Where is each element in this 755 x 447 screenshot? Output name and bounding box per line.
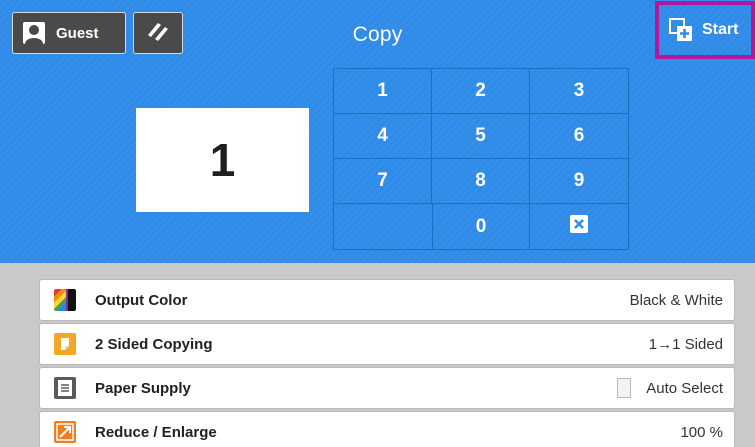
clear-x-icon bbox=[570, 214, 588, 239]
reduce-enlarge-value: 100 % bbox=[680, 423, 723, 441]
output-color-value: Black & White bbox=[629, 291, 723, 309]
key-8[interactable]: 8 bbox=[432, 159, 530, 204]
start-copy-icon bbox=[669, 18, 693, 42]
setting-reduce-enlarge[interactable]: Reduce / Enlarge 100 % bbox=[39, 411, 735, 447]
copy-quantity-display[interactable]: 1 bbox=[136, 108, 309, 212]
key-blank bbox=[334, 204, 432, 249]
paper-supply-value: Auto Select bbox=[646, 379, 723, 397]
copy-header-panel: Guest Copy Start 1 1 2 3 4 5 6 7 8 9 0 bbox=[0, 0, 755, 263]
key-2[interactable]: 2 bbox=[432, 69, 530, 114]
setting-2-sided-copying[interactable]: 2 Sided Copying 1→1 Sided bbox=[39, 323, 735, 365]
two-sided-icon bbox=[54, 333, 76, 355]
setting-label: Paper Supply bbox=[95, 379, 191, 397]
paper-tray-icon bbox=[617, 378, 632, 398]
key-3[interactable]: 3 bbox=[530, 69, 628, 114]
key-0[interactable]: 0 bbox=[432, 204, 530, 249]
setting-value: Black & White bbox=[630, 292, 723, 309]
setting-output-color[interactable]: Output Color Black & White bbox=[39, 279, 735, 321]
setting-value: Auto Select bbox=[617, 378, 723, 398]
setting-paper-supply[interactable]: Paper Supply Auto Select bbox=[39, 367, 735, 409]
settings-list: Output Color Black & White 2 Sided Copyi… bbox=[39, 276, 735, 447]
setting-label: Output Color bbox=[95, 291, 188, 309]
paper-supply-icon bbox=[54, 377, 76, 399]
setting-value: 1→1 Sided bbox=[649, 336, 723, 353]
start-label: Start bbox=[702, 21, 739, 38]
numeric-keypad: 1 2 3 4 5 6 7 8 9 0 bbox=[333, 68, 629, 250]
copy-quantity-value: 1 bbox=[209, 134, 236, 186]
page-title: Copy bbox=[352, 23, 403, 46]
key-6[interactable]: 6 bbox=[530, 114, 628, 159]
start-button[interactable]: Start bbox=[655, 1, 755, 59]
output-color-icon bbox=[54, 289, 76, 311]
setting-label: 2 Sided Copying bbox=[95, 335, 213, 353]
key-clear[interactable] bbox=[530, 204, 628, 249]
key-7[interactable]: 7 bbox=[334, 159, 432, 204]
key-5[interactable]: 5 bbox=[432, 114, 530, 159]
reduce-enlarge-icon bbox=[54, 421, 76, 443]
setting-value: 100 % bbox=[680, 424, 723, 441]
key-9[interactable]: 9 bbox=[530, 159, 628, 204]
key-4[interactable]: 4 bbox=[334, 114, 432, 159]
setting-label: Reduce / Enlarge bbox=[95, 423, 217, 441]
two-sided-value: 1→1 Sided bbox=[648, 335, 723, 353]
key-1[interactable]: 1 bbox=[334, 69, 432, 114]
